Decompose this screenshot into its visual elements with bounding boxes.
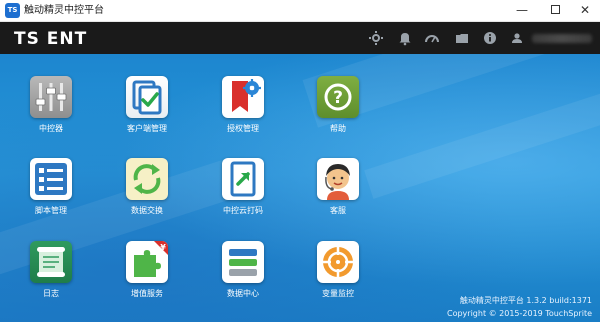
close-button[interactable]: ✕ [570,0,600,21]
maximize-button[interactable] [540,0,570,21]
username-redacted[interactable] [532,34,592,43]
maximize-icon [550,5,560,14]
authorize-icon [222,76,264,118]
svg-text:¥: ¥ [160,243,166,252]
info-icon[interactable] [482,30,498,46]
svg-text:TS ENT: TS ENT [14,29,87,49]
bell-icon[interactable] [397,30,413,46]
tile-client-management[interactable]: 客户端管理 [107,76,187,134]
version-text: 触动精灵中控平台 1.3.2 build:1371 [459,296,592,305]
tile-script-management[interactable]: 脚本管理 [11,158,91,216]
folder-icon[interactable] [454,30,470,46]
tile-cloud-captcha[interactable]: 中控云打码 [203,158,283,216]
customer-service-icon [317,158,359,200]
tile-value-added-service[interactable]: ¥ 增值服务 [107,241,187,299]
tile-label: 数据中心 [227,289,259,298]
tile-log[interactable]: 日志 [11,241,91,299]
tile-label: 授权管理 [227,124,259,133]
settings-icon[interactable] [368,30,384,46]
tile-controller[interactable]: 中控器 [11,76,91,134]
tile-label: 客户端管理 [127,124,167,133]
top-header: TS ENT [0,22,600,54]
value-added-icon: ¥ [126,241,168,283]
tile-label: 中控云打码 [223,206,263,215]
copyright-text: Copyright © 2015-2019 TouchSprite [446,309,592,318]
tile-label: 脚本管理 [35,206,67,215]
speedometer-icon[interactable] [424,30,440,46]
help-icon: ? [317,76,359,118]
sliders-icon [30,76,72,118]
ts-ent-logo: TS ENT [14,29,87,49]
script-list-icon [30,158,72,200]
tile-variable-monitor[interactable]: 变量监控 [298,241,378,299]
tile-label: 中控器 [39,124,63,133]
tile-data-exchange[interactable]: 数据交换 [107,158,187,216]
tile-label: 日志 [43,289,59,298]
tile-data-center[interactable]: 数据中心 [203,241,283,299]
tile-authorization[interactable]: 授权管理 [203,76,283,134]
app-window: TS 触动精灵中控平台 — ✕ TS ENT 中控器 客户端管理 授权管理 ? … [0,0,600,322]
variable-monitor-icon [317,241,359,283]
cloud-code-icon [222,158,264,200]
tile-label: 变量监控 [322,289,354,298]
title-bar[interactable]: TS 触动精灵中控平台 — ✕ [0,0,600,22]
tile-customer-service[interactable]: 客服 [298,158,378,216]
tile-label: 数据交换 [131,206,163,215]
user-icon[interactable] [509,30,525,46]
minimize-button[interactable]: — [507,0,537,21]
client-check-icon [126,76,168,118]
tile-label: 增值服务 [131,289,163,298]
tile-label: 帮助 [330,124,346,133]
data-center-icon [222,241,264,283]
svg-text:?: ? [333,88,343,108]
app-icon: TS [5,3,20,18]
tile-label: 客服 [330,206,346,215]
log-icon [30,241,72,283]
main-workspace: 中控器 客户端管理 授权管理 ? 帮助 脚本管理 数据交换 中控云打码 客服 日… [0,54,600,322]
exchange-icon [126,158,168,200]
window-title: 触动精灵中控平台 [24,5,104,16]
tile-help[interactable]: ? 帮助 [298,76,378,134]
